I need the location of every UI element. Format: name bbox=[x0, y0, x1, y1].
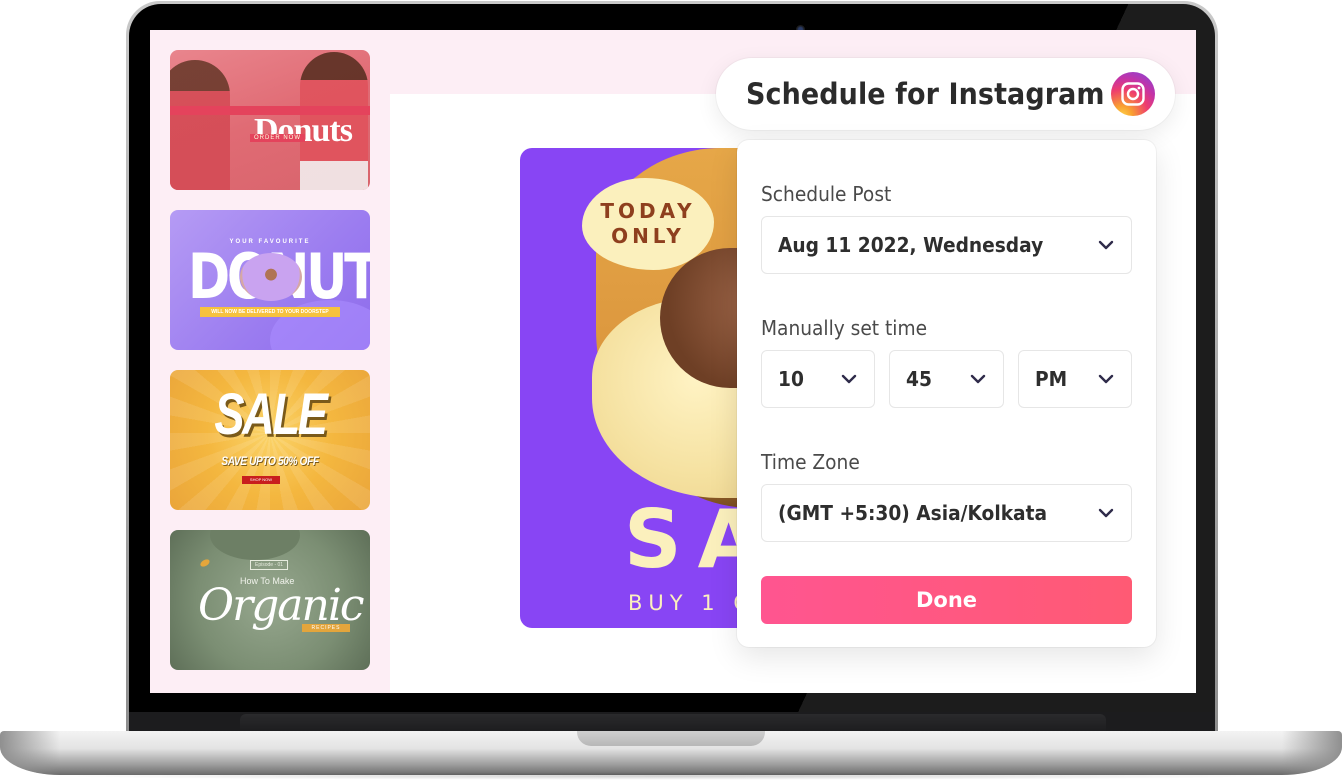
lid-opening-notch bbox=[577, 731, 765, 746]
chevron-down-icon bbox=[1098, 240, 1114, 250]
leaf-icon bbox=[199, 557, 211, 569]
date-dropdown[interactable]: Aug 11 2022, Wednesday bbox=[761, 216, 1132, 274]
model-left bbox=[170, 60, 230, 190]
badge-line-1: TODAY bbox=[600, 199, 696, 223]
meridiem-value: PM bbox=[1035, 367, 1068, 391]
laptop-mockup: Donuts ORDER NOW YOUR FAVOURITE DONUTS W… bbox=[0, 0, 1342, 782]
minute-dropdown[interactable]: 45 bbox=[889, 350, 1004, 408]
template-tag: ORDER NOW bbox=[250, 134, 305, 142]
template-thumbnail-sale[interactable]: SALE SAVE UPTO 50% OFF SHOP NOW bbox=[170, 370, 370, 510]
schedule-panel: Schedule Post Aug 11 2022, Wednesday Man… bbox=[737, 140, 1156, 647]
template-thumbnail-donuts-delivery[interactable]: YOUR FAVOURITE DONUTS WILL NOW BE DELIVE… bbox=[170, 210, 370, 350]
today-only-badge: TODAY ONLY bbox=[582, 178, 714, 270]
schedule-post-label: Schedule Post bbox=[761, 182, 892, 206]
template-thumbnail-organic[interactable]: Episode - 01 How To Make Organic RECIPES bbox=[170, 530, 370, 670]
template-subtitle: SAVE UPTO 50% OFF bbox=[221, 454, 319, 468]
base-shadow bbox=[40, 772, 1302, 780]
timezone-label: Time Zone bbox=[761, 450, 860, 474]
template-title: SALE bbox=[214, 382, 328, 447]
chevron-down-icon bbox=[1098, 374, 1114, 384]
template-title: Donuts bbox=[254, 112, 353, 149]
hour-dropdown[interactable]: 10 bbox=[761, 350, 875, 408]
timezone-dropdown[interactable]: (GMT +5:30) Asia/Kolkata bbox=[761, 484, 1132, 542]
base-edge-left bbox=[0, 731, 60, 775]
template-button: SHOP NOW bbox=[242, 476, 280, 484]
badge-line-2: ONLY bbox=[611, 224, 685, 248]
template-sidebar: Donuts ORDER NOW YOUR FAVOURITE DONUTS W… bbox=[150, 30, 390, 693]
template-thumbnail-donuts-order[interactable]: Donuts ORDER NOW bbox=[170, 50, 370, 190]
chevron-down-icon bbox=[841, 374, 857, 384]
template-tag: RECIPES bbox=[302, 624, 350, 632]
done-button[interactable]: Done bbox=[761, 576, 1132, 624]
schedule-header: Schedule for Instagram bbox=[716, 58, 1175, 130]
template-tagline: WILL NOW BE DELIVERED TO YOUR DOORSTEP bbox=[200, 307, 340, 317]
base-edge-right bbox=[1282, 731, 1342, 775]
manual-time-label: Manually set time bbox=[761, 316, 928, 340]
chevron-down-icon bbox=[1098, 508, 1114, 518]
template-episode: Episode - 01 bbox=[250, 560, 289, 570]
minute-value: 45 bbox=[906, 367, 932, 391]
plate-image bbox=[210, 530, 300, 560]
chevron-down-icon bbox=[970, 374, 986, 384]
donut-image bbox=[240, 253, 302, 301]
timezone-value: (GMT +5:30) Asia/Kolkata bbox=[778, 501, 1048, 525]
meridiem-dropdown[interactable]: PM bbox=[1018, 350, 1132, 408]
instagram-icon[interactable] bbox=[1111, 72, 1155, 116]
hour-value: 10 bbox=[778, 367, 804, 391]
schedule-title: Schedule for Instagram bbox=[746, 77, 1105, 111]
date-value: Aug 11 2022, Wednesday bbox=[778, 233, 1044, 257]
